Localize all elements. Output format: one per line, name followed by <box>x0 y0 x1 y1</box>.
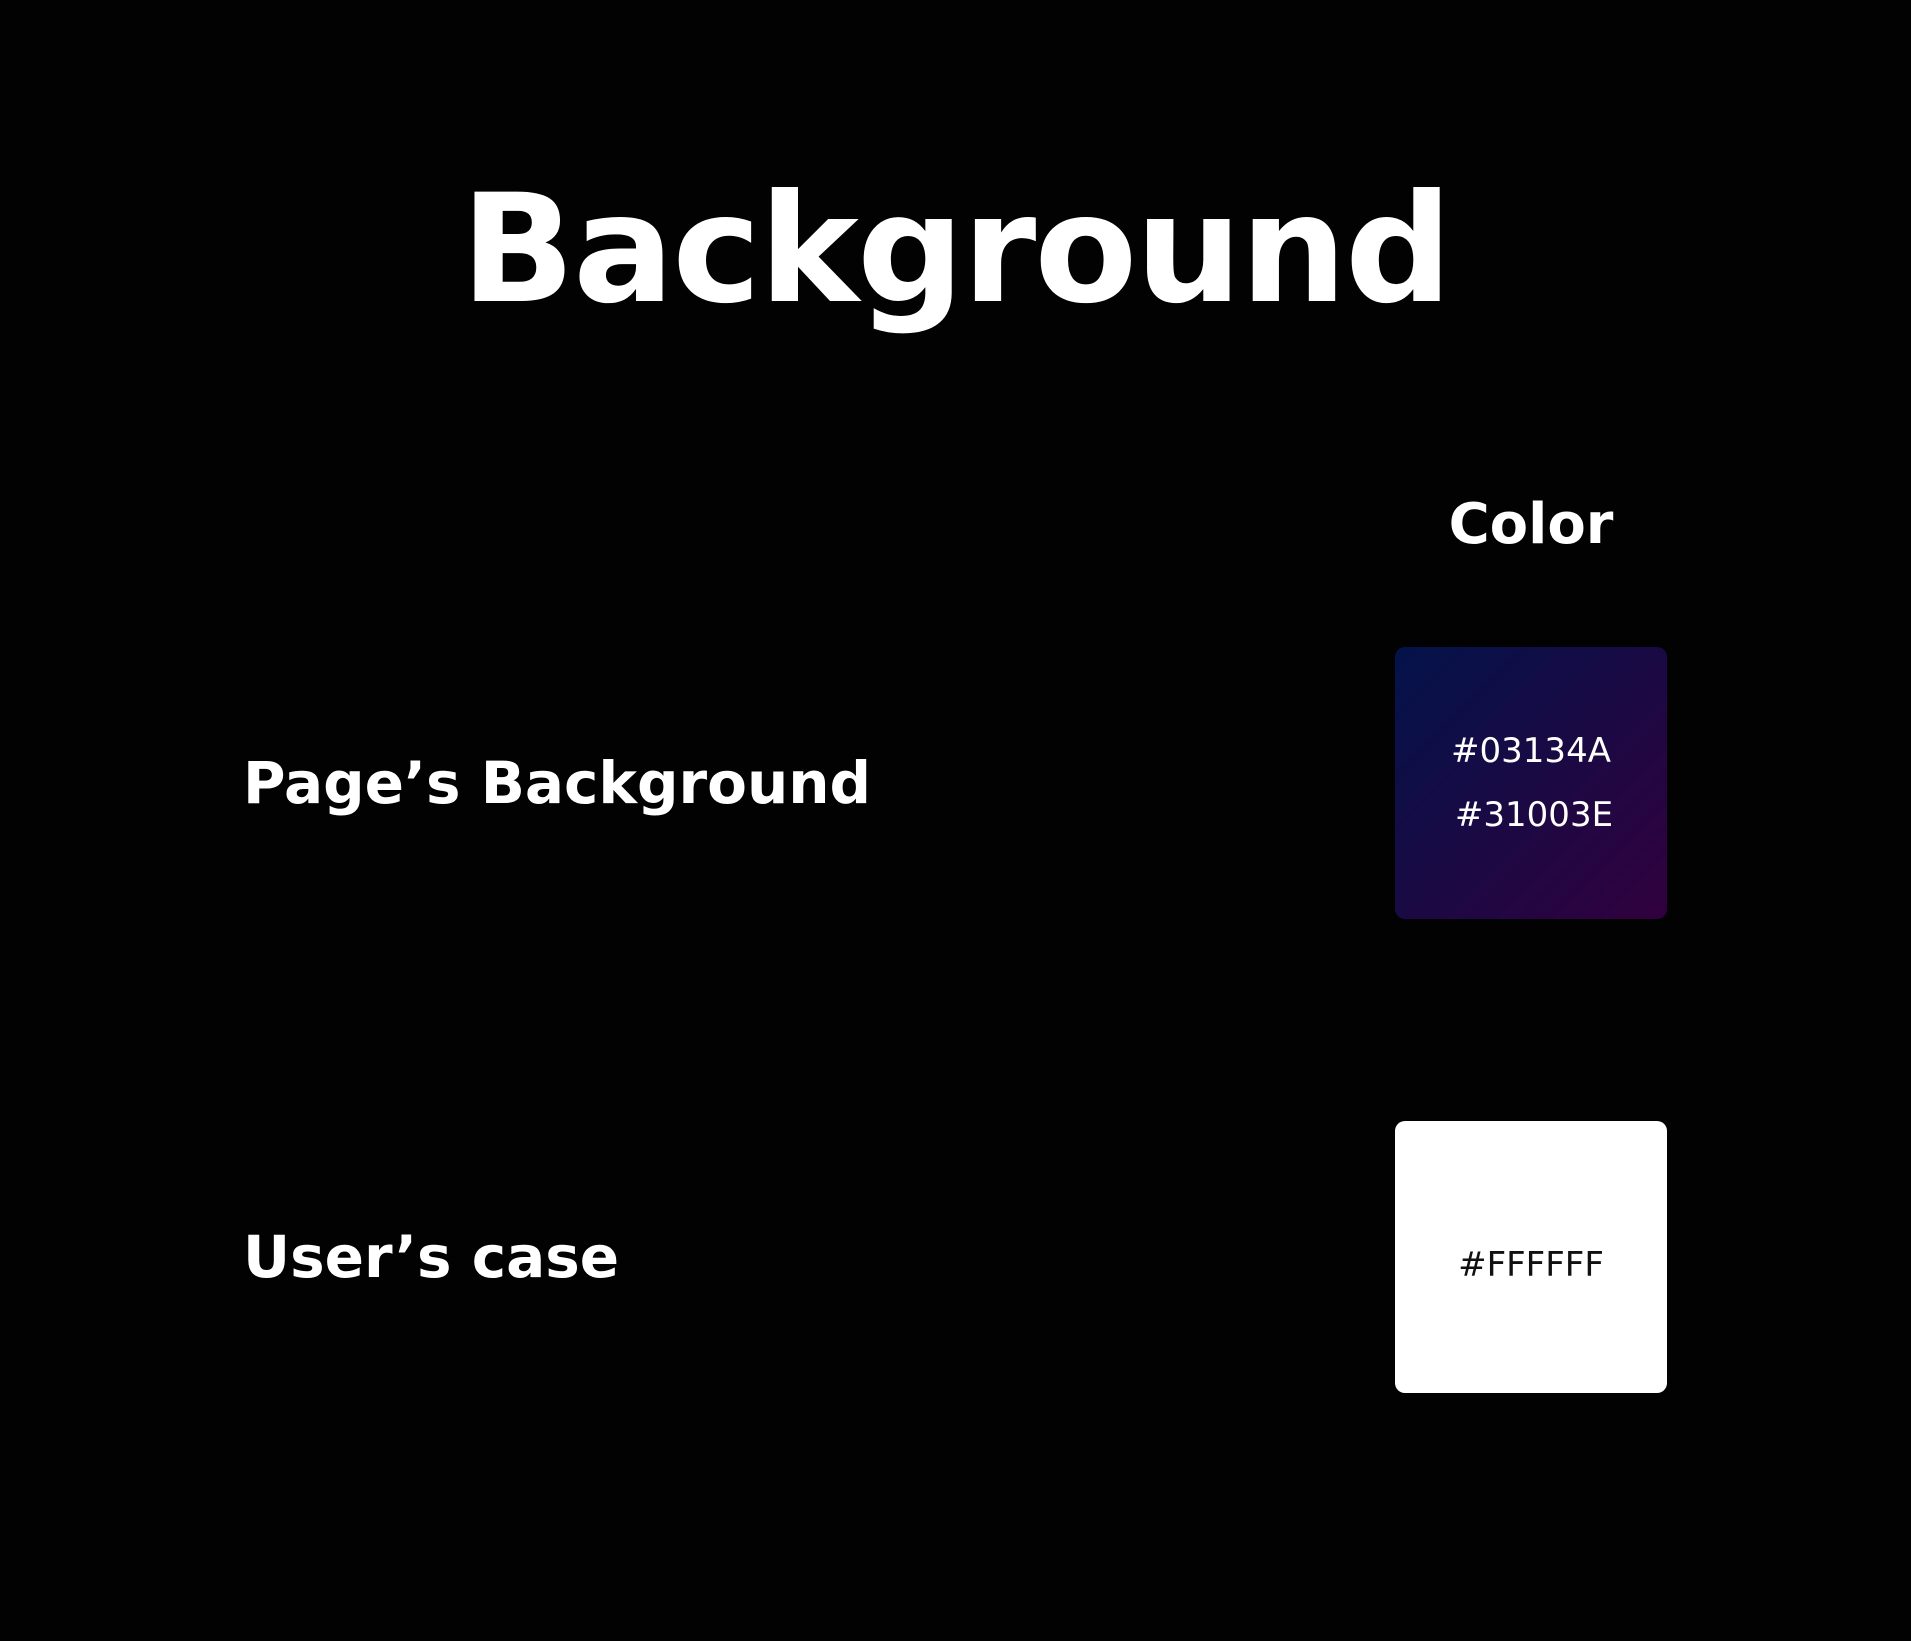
gradient-color-swatch: #03134A #31003E <box>1395 647 1667 919</box>
row-label-page-background: Page’s Background <box>243 749 872 817</box>
swatch-code-white: #FFFFFF <box>1458 1245 1604 1285</box>
swatch-code-start: #03134A <box>1451 731 1611 771</box>
white-color-swatch: #FFFFFF <box>1395 1121 1667 1393</box>
color-column-header: Color <box>1448 492 1614 557</box>
page-title: Background <box>460 163 1453 337</box>
row-label-users-case: User’s case <box>243 1223 620 1291</box>
swatch-code-end: #31003E <box>1454 795 1614 835</box>
